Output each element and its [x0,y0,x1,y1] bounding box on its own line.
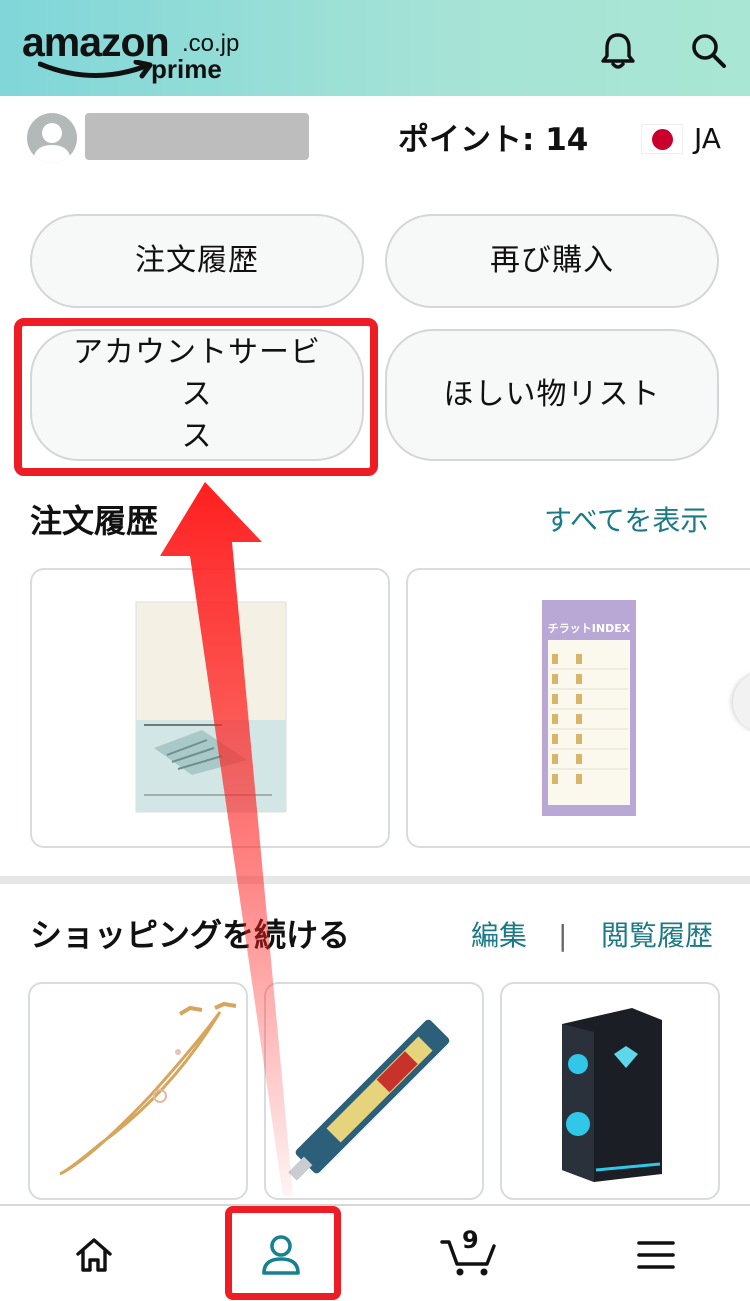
wish-list-button[interactable]: ほしい物リスト [385,329,719,461]
notebook-product-image [135,601,287,813]
user-bar: ポイント: 14 JA [0,96,750,184]
app-header: amazon .co.jp prime [0,0,750,96]
logo-prime: prime [151,54,222,84]
order-item-notebook[interactable] [30,568,390,848]
cart-count-badge: 9 [462,1226,479,1254]
avatar[interactable] [27,113,77,163]
glasses-chain-product-image [59,1001,237,1176]
buy-again-button[interactable]: 再び購入 [385,214,719,308]
order-history-button[interactable]: 注文履歴 [30,214,364,308]
orders-section-title: 注文履歴 [30,502,159,540]
continue-shopping-title: ショッピングを続ける [30,916,351,954]
section-divider [0,876,750,884]
language-selector[interactable]: JA [694,122,721,156]
link-separator: | [558,919,568,952]
view-all-orders-link[interactable]: すべてを表示 [544,503,708,539]
menu-icon [636,1240,675,1269]
bottom-nav-bar [0,1204,750,1301]
recent-item-gaming-pc[interactable] [500,982,720,1200]
amazon-prime-logo[interactable]: amazon .co.jp prime [22,18,252,88]
user-silhouette-icon [33,123,71,163]
japan-flag-icon[interactable] [641,124,683,154]
bell-icon[interactable] [598,30,638,70]
search-icon[interactable] [688,30,728,70]
gaming-pc-product-image [562,1008,662,1182]
account-services-highlight [14,318,378,476]
account-nav-highlight [225,1206,341,1300]
edit-link[interactable]: 編集 [471,918,527,954]
recent-item-glasses-chain[interactable] [28,982,248,1200]
browsing-history-link[interactable]: 閲覧履歴 [601,918,713,954]
order-item-index-tabs[interactable]: チラットINDEX [406,568,750,848]
points-balance[interactable]: ポイント: 14 [398,120,588,160]
logo-smile-icon [38,60,153,79]
nav-menu[interactable] [562,1206,749,1301]
index-tab-sticky-notes-product-image: チラットINDEX [542,600,636,816]
logo-wordmark: amazon [22,19,170,65]
nav-home[interactable] [0,1206,187,1301]
recent-item-utility-knife[interactable] [264,982,484,1200]
home-icon [75,1237,112,1272]
product-package-text: チラットINDEX [548,622,631,635]
utility-knife-product-image [288,1019,450,1181]
user-name-redacted [85,113,309,160]
